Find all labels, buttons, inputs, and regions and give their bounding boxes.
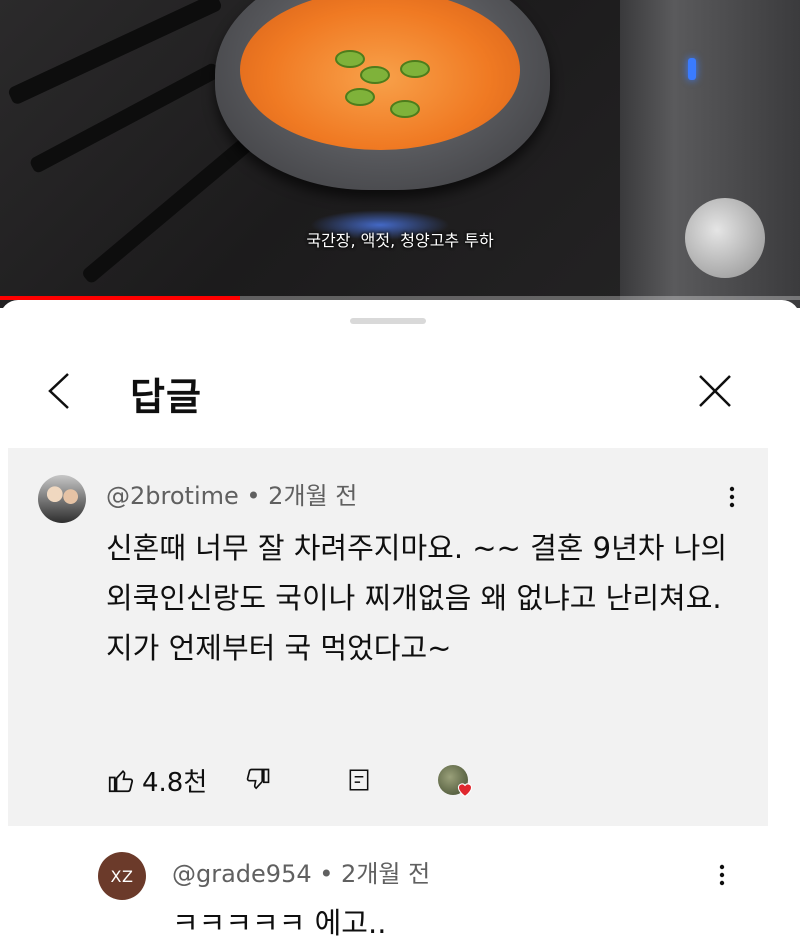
scallion bbox=[360, 66, 390, 84]
more-vertical-icon bbox=[719, 864, 725, 886]
like-count: 4.8천 bbox=[142, 767, 208, 798]
scallion bbox=[335, 50, 365, 68]
video-player[interactable]: 국간장, 액젓, 청양고추 투하 bbox=[0, 0, 800, 308]
more-options-button[interactable] bbox=[716, 862, 728, 892]
comment-actions: 4.8천 bbox=[106, 760, 706, 800]
stove-indicator-light bbox=[688, 58, 696, 80]
heart-icon bbox=[457, 783, 473, 797]
creator-heart-badge bbox=[438, 760, 473, 800]
reply-meta: @grade954 • 2개월 전 bbox=[172, 854, 430, 889]
page-title: 답글 bbox=[130, 375, 202, 419]
video-subtitle: 국간장, 액젓, 청양고추 투하 bbox=[306, 231, 494, 250]
meta-separator: • bbox=[311, 860, 342, 888]
avatar[interactable]: XZ bbox=[98, 852, 146, 900]
thumb-up-icon bbox=[108, 769, 134, 793]
comment-meta: @2brotime • 2개월 전 bbox=[106, 476, 357, 511]
scallion bbox=[345, 88, 375, 106]
replies-sheet: 답글 @2brotime • 2개월 전 신혼때 너무 잘 차려주지마요. ~~… bbox=[0, 300, 800, 951]
reply-comment: XZ @grade954 • 2개월 전 ㅋㅋㅋㅋㅋ 에고.. bbox=[0, 830, 800, 951]
parent-comment: @2brotime • 2개월 전 신혼때 너무 잘 차려주지마요. ~~ 결혼… bbox=[8, 448, 768, 826]
sheet-drag-handle[interactable] bbox=[350, 318, 426, 324]
comment-author[interactable]: @2brotime bbox=[106, 482, 239, 510]
stove-grate bbox=[80, 131, 260, 285]
close-button[interactable] bbox=[690, 366, 740, 416]
creator-avatar bbox=[438, 765, 473, 797]
comment-reply-icon bbox=[349, 769, 369, 791]
reply-author[interactable]: @grade954 bbox=[172, 860, 312, 888]
reply-button[interactable] bbox=[346, 760, 372, 800]
chevron-left-icon bbox=[48, 373, 69, 409]
scallion bbox=[390, 100, 420, 118]
sheet-header: 답글 bbox=[0, 358, 800, 438]
reply-text: ㅋㅋㅋㅋㅋ 에고.. bbox=[172, 906, 387, 940]
dislike-button[interactable] bbox=[244, 760, 272, 800]
like-button[interactable]: 4.8천 bbox=[106, 760, 207, 800]
thumb-down-icon bbox=[246, 768, 270, 790]
reply-time: 2개월 전 bbox=[341, 860, 431, 888]
avatar[interactable] bbox=[38, 475, 86, 523]
more-options-button[interactable] bbox=[726, 484, 738, 514]
comment-text: 신혼때 너무 잘 차려주지마요. ~~ 결혼 9년차 나의 외쿡인신랑도 국이나… bbox=[106, 531, 728, 665]
back-button[interactable] bbox=[40, 366, 80, 416]
more-vertical-icon bbox=[729, 486, 735, 508]
close-icon bbox=[699, 375, 731, 407]
meta-separator: • bbox=[238, 482, 269, 510]
comment-time: 2개월 전 bbox=[268, 482, 358, 510]
scallion bbox=[400, 60, 430, 78]
